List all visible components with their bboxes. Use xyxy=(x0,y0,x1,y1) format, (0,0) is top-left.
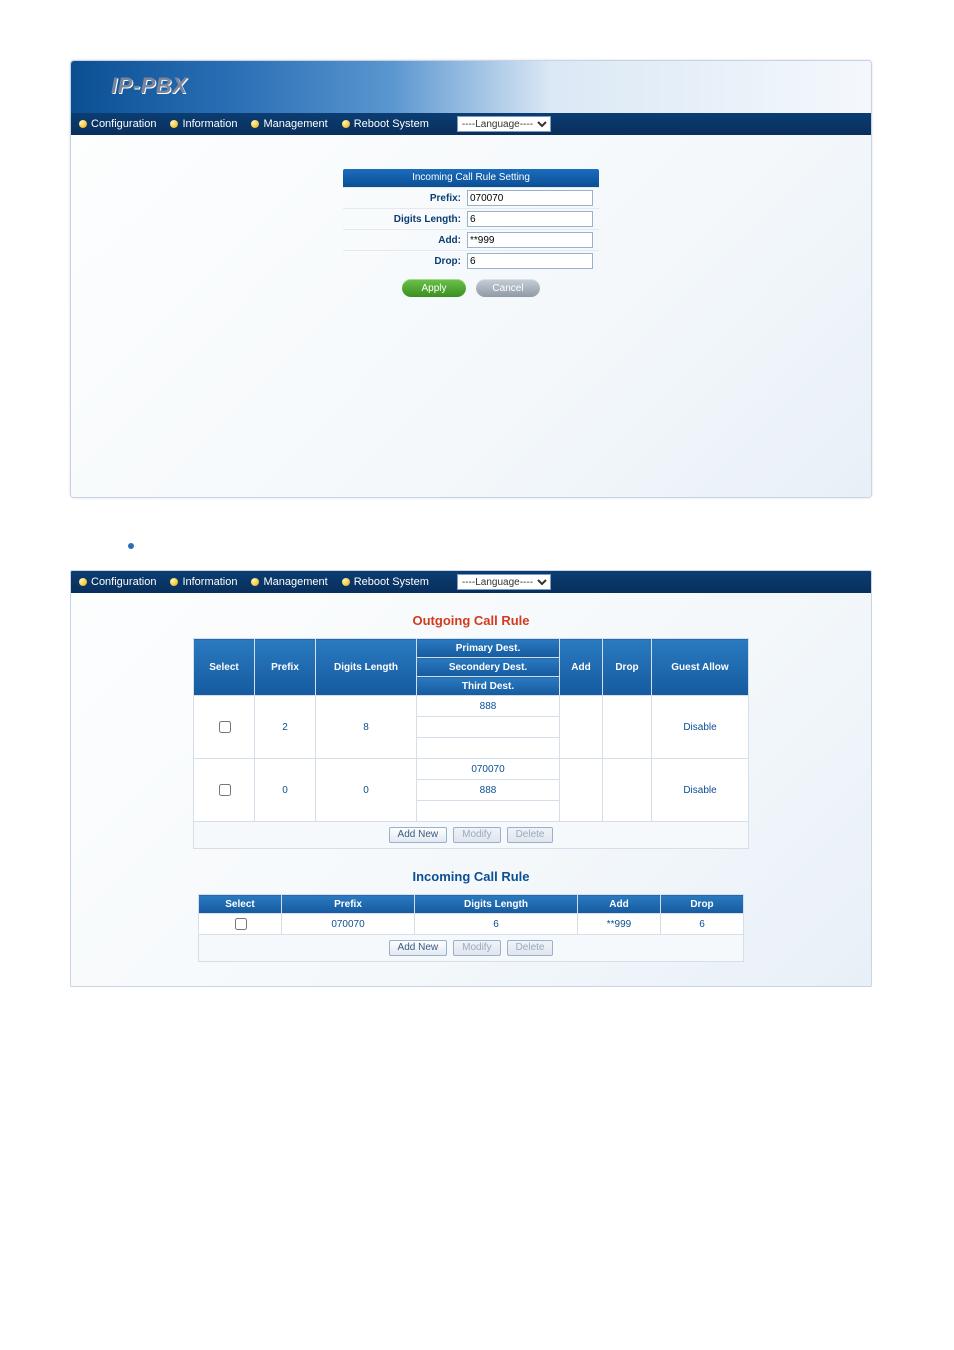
th-third-dest: Third Dest. xyxy=(417,677,560,696)
nav-label: Information xyxy=(182,118,237,130)
th-digits-length: Digits Length xyxy=(415,895,578,914)
banner-title: IP-PBX xyxy=(111,73,187,99)
cell-drop: 6 xyxy=(661,914,744,935)
cell-guest: Disable xyxy=(652,759,749,822)
bullet-icon xyxy=(128,543,134,549)
modify-button[interactable]: Modify xyxy=(453,827,500,843)
nav-label: Reboot System xyxy=(354,118,429,130)
incoming-table: Select Prefix Digits Length Add Drop 070… xyxy=(198,894,744,962)
nav-label: Management xyxy=(263,576,327,588)
add-new-button[interactable]: Add New xyxy=(389,940,448,956)
modify-button[interactable]: Modify xyxy=(453,940,500,956)
navbar: Configuration Information Management Reb… xyxy=(71,113,871,135)
table-row: 0 0 070070 Disable xyxy=(194,759,749,780)
bullet-icon xyxy=(342,120,350,128)
bullet-icon xyxy=(170,120,178,128)
th-prefix: Prefix xyxy=(255,639,316,696)
content-area: Incoming Call Rule Setting Prefix: Digit… xyxy=(71,135,871,497)
th-digits-length: Digits Length xyxy=(316,639,417,696)
cell-dest xyxy=(417,717,560,738)
nav-information[interactable]: Information xyxy=(170,118,237,130)
cell-prefix: 070070 xyxy=(282,914,415,935)
cancel-button[interactable]: Cancel xyxy=(476,279,540,297)
cell-dest xyxy=(417,801,560,822)
input-drop[interactable] xyxy=(467,253,593,269)
bullet-icon xyxy=(251,120,259,128)
incoming-rule-form: Incoming Call Rule Setting Prefix: Digit… xyxy=(343,169,599,497)
table-row: 2 8 888 Disable xyxy=(194,696,749,717)
cell-prefix: 2 xyxy=(255,696,316,759)
label-drop: Drop: xyxy=(343,256,467,267)
th-select: Select xyxy=(199,895,282,914)
row-checkbox[interactable] xyxy=(219,784,231,796)
label-add: Add: xyxy=(343,235,467,246)
th-primary-dest: Primary Dest. xyxy=(417,639,560,658)
language-select[interactable]: ----Language---- xyxy=(457,116,551,132)
th-drop: Drop xyxy=(603,639,652,696)
apply-button[interactable]: Apply xyxy=(402,279,466,297)
th-guest-allow: Guest Allow xyxy=(652,639,749,696)
cell-prefix: 0 xyxy=(255,759,316,822)
banner: IP-PBX xyxy=(71,61,871,113)
bullet-icon xyxy=(79,120,87,128)
delete-button[interactable]: Delete xyxy=(507,940,554,956)
navbar-2: Configuration Information Management Reb… xyxy=(71,571,871,593)
add-new-button[interactable]: Add New xyxy=(389,827,448,843)
th-prefix: Prefix xyxy=(282,895,415,914)
cell-drop xyxy=(603,696,652,759)
cell-add: **999 xyxy=(578,914,661,935)
nav-label: Configuration xyxy=(91,576,156,588)
cell-digits-length: 0 xyxy=(316,759,417,822)
nav-management[interactable]: Management xyxy=(251,118,327,130)
cell-guest: Disable xyxy=(652,696,749,759)
language-select-2[interactable]: ----Language---- xyxy=(457,574,551,590)
th-add: Add xyxy=(560,639,603,696)
th-select: Select xyxy=(194,639,255,696)
nav-configuration[interactable]: Configuration xyxy=(79,118,156,130)
row-checkbox[interactable] xyxy=(235,918,247,930)
delete-button[interactable]: Delete xyxy=(507,827,554,843)
cell-dest: 888 xyxy=(417,696,560,717)
bullet-icon xyxy=(251,578,259,586)
incoming-title: Incoming Call Rule xyxy=(71,869,871,884)
nav-management[interactable]: Management xyxy=(251,576,327,588)
bullet-icon xyxy=(342,578,350,586)
nav-label: Configuration xyxy=(91,118,156,130)
th-drop: Drop xyxy=(661,895,744,914)
cell-dest: 888 xyxy=(417,780,560,801)
nav-configuration[interactable]: Configuration xyxy=(79,576,156,588)
outgoing-title: Outgoing Call Rule xyxy=(71,613,871,628)
cell-drop xyxy=(603,759,652,822)
row-checkbox[interactable] xyxy=(219,721,231,733)
nav-label: Management xyxy=(263,118,327,130)
bullet-icon xyxy=(170,578,178,586)
label-digits-length: Digits Length: xyxy=(343,214,467,225)
cell-add xyxy=(560,759,603,822)
th-secondary-dest: Secondery Dest. xyxy=(417,658,560,677)
nav-reboot-system[interactable]: Reboot System xyxy=(342,576,429,588)
ip-pbx-panel: IP-PBX Configuration Information Managem… xyxy=(70,60,872,498)
bullet-separator xyxy=(128,540,904,552)
cell-add xyxy=(560,696,603,759)
input-add[interactable] xyxy=(467,232,593,248)
cell-digits-length: 8 xyxy=(316,696,417,759)
outgoing-table: Select Prefix Digits Length Primary Dest… xyxy=(193,638,749,849)
nav-label: Information xyxy=(182,576,237,588)
nav-information[interactable]: Information xyxy=(170,576,237,588)
cell-dest: 070070 xyxy=(417,759,560,780)
input-digits-length[interactable] xyxy=(467,211,593,227)
nav-label: Reboot System xyxy=(354,576,429,588)
cell-digits-length: 6 xyxy=(415,914,578,935)
nav-reboot-system[interactable]: Reboot System xyxy=(342,118,429,130)
label-prefix: Prefix: xyxy=(343,193,467,204)
cell-dest xyxy=(417,738,560,759)
form-header: Incoming Call Rule Setting xyxy=(343,169,599,187)
input-prefix[interactable] xyxy=(467,190,593,206)
call-rule-panel: Configuration Information Management Reb… xyxy=(70,570,872,987)
table-row: 070070 6 **999 6 xyxy=(199,914,744,935)
th-add: Add xyxy=(578,895,661,914)
bullet-icon xyxy=(79,578,87,586)
